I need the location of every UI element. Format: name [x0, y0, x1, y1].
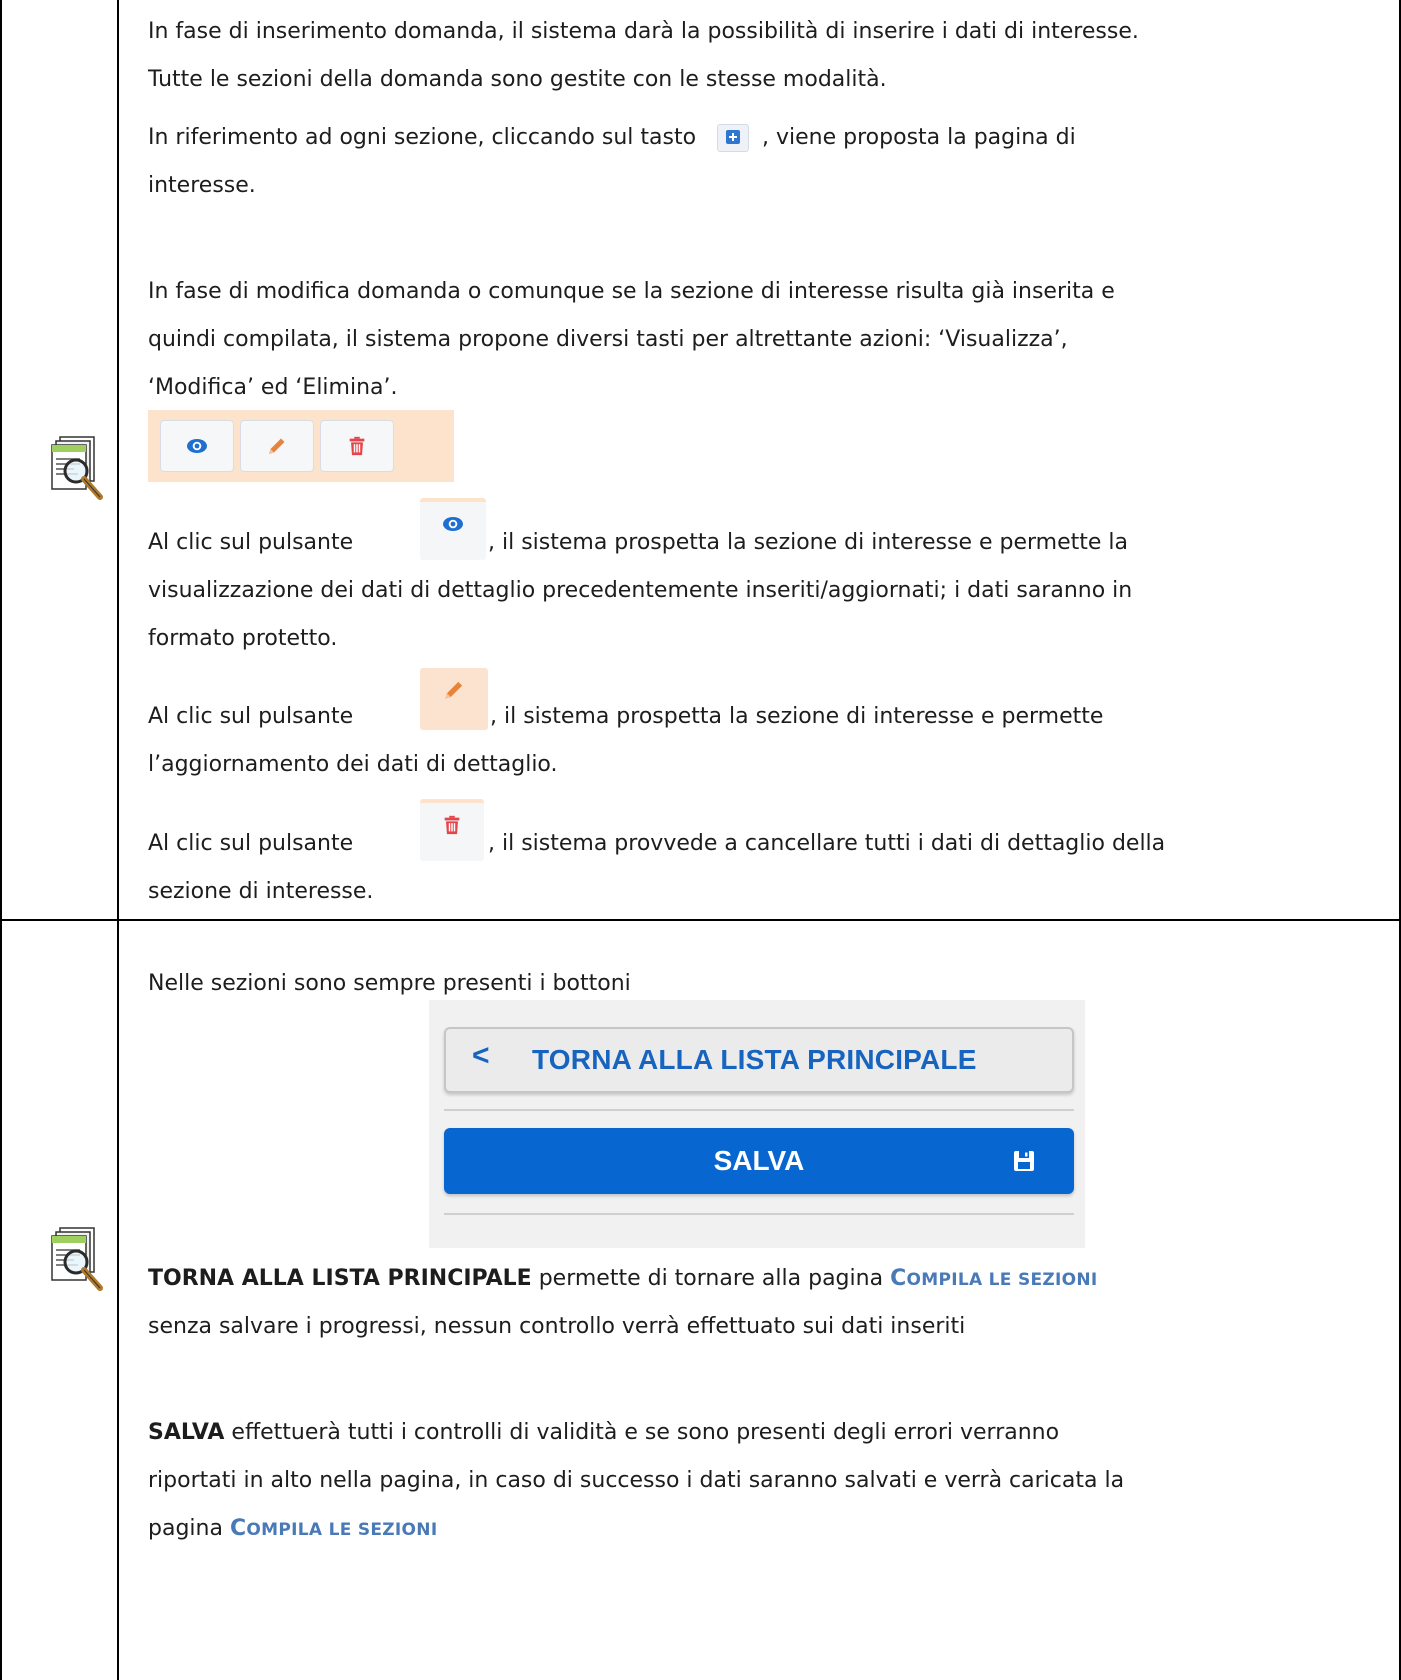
save-button-term: SALVA [148, 1420, 225, 1445]
paragraph-line: , il sistema prospetta la sezione di int… [488, 530, 1129, 555]
paragraph-line: riportati in alto nella pagina, in caso … [148, 1468, 1125, 1493]
trash-icon [441, 814, 463, 836]
link-initial: C [890, 1266, 907, 1291]
action-buttons-screenshot [148, 410, 454, 482]
paragraph-text: permette di tornare alla pagina [531, 1266, 891, 1291]
eye-icon [185, 434, 209, 458]
paragraph-line: ‘Modifica’ ed ‘Elimina’. [148, 375, 398, 400]
paragraph-line: l’aggiornamento dei dati di dettaglio. [148, 752, 558, 777]
paragraph-text: In riferimento ad ogni sezione, cliccand… [148, 125, 697, 150]
delete-button-sample [320, 420, 394, 472]
table-border-divider [117, 0, 119, 1680]
paragraph-line: visualizzazione dei dati di dettaglio pr… [148, 578, 1133, 603]
paragraph-line: quindi compilata, il sistema propone div… [148, 327, 1068, 352]
trash-icon [346, 435, 368, 457]
pencil-icon [265, 434, 289, 458]
delete-button-sample [420, 799, 484, 861]
paragraph-line: SALVA effettuerà tutti i controlli di va… [148, 1417, 1059, 1449]
paragraph-line: In fase di inserimento domanda, il siste… [148, 19, 1139, 44]
back-button-term: TORNA ALLA LISTA PRINCIPALE [148, 1266, 532, 1291]
paragraph-line: senza salvare i progressi, nessun contro… [148, 1314, 966, 1339]
paragraph-line: Al clic sul pulsante [148, 831, 354, 856]
instruction-table: In fase di inserimento domanda, il siste… [0, 0, 1401, 1680]
save-button: SALVA [444, 1128, 1074, 1194]
paragraph-line: In fase di modifica domanda o comunque s… [148, 279, 1115, 304]
paragraph-line: , il sistema provvede a cancellare tutti… [488, 831, 1166, 856]
edit-button-sample [240, 420, 314, 472]
compila-sezioni-link: COMPILA LE SEZIONI [230, 1516, 438, 1541]
plus-square-icon [726, 130, 741, 144]
paragraph-line: , il sistema prospetta la sezione di int… [490, 704, 1104, 729]
view-button-sample [160, 420, 234, 472]
compila-sezioni-link: COMPILA LE SEZIONI [890, 1266, 1098, 1291]
edit-button-sample [420, 668, 488, 730]
add-button-sample [717, 124, 750, 152]
table-row-divider [0, 919, 1401, 921]
paragraph-line: Tutte le sezioni della domanda sono gest… [148, 67, 887, 92]
paragraph-line: Al clic sul pulsante [148, 530, 354, 555]
chevron-left-icon: < [472, 1039, 490, 1072]
magnifier-document-icon [50, 435, 106, 505]
link-rest: OMPILA LE SEZIONI [906, 1270, 1098, 1290]
paragraph-line: Al clic sul pulsante [148, 704, 354, 729]
paragraph-line: Nelle sezioni sono sempre presenti i bot… [148, 971, 631, 996]
divider [444, 1213, 1074, 1215]
back-button-label: TORNA ALLA LISTA PRINCIPALE [532, 1044, 977, 1075]
magnifier-document-icon [50, 1226, 106, 1296]
view-button-sample [420, 498, 486, 560]
table-border-left [0, 0, 2, 1680]
pencil-icon [441, 677, 467, 703]
paragraph-line: formato protetto. [148, 626, 338, 651]
paragraph-text: effettuerà tutti i controlli di validità… [224, 1420, 1060, 1445]
paragraph-text: pagina [148, 1516, 230, 1541]
paragraph-line: pagina COMPILA LE SEZIONI [148, 1513, 437, 1546]
paragraph-line: interesse. [148, 173, 256, 198]
eye-icon [441, 512, 465, 536]
link-initial: C [229, 1516, 247, 1541]
paragraph-line: TORNA ALLA LISTA PRINCIPALE permette di … [148, 1263, 1098, 1296]
paragraph-line: sezione di interesse. [148, 879, 374, 904]
back-to-main-list-button: < TORNA ALLA LISTA PRINCIPALE [444, 1027, 1074, 1093]
save-button-label: SALVA [713, 1145, 805, 1176]
link-rest: OMPILA LE SEZIONI [246, 1520, 438, 1540]
floppy-disk-icon [1014, 1151, 1034, 1171]
paragraph-line: In riferimento ad ogni sezione, cliccand… [148, 122, 1076, 154]
paragraph-text: , viene proposta la pagina di [762, 125, 1076, 150]
divider [444, 1109, 1074, 1111]
